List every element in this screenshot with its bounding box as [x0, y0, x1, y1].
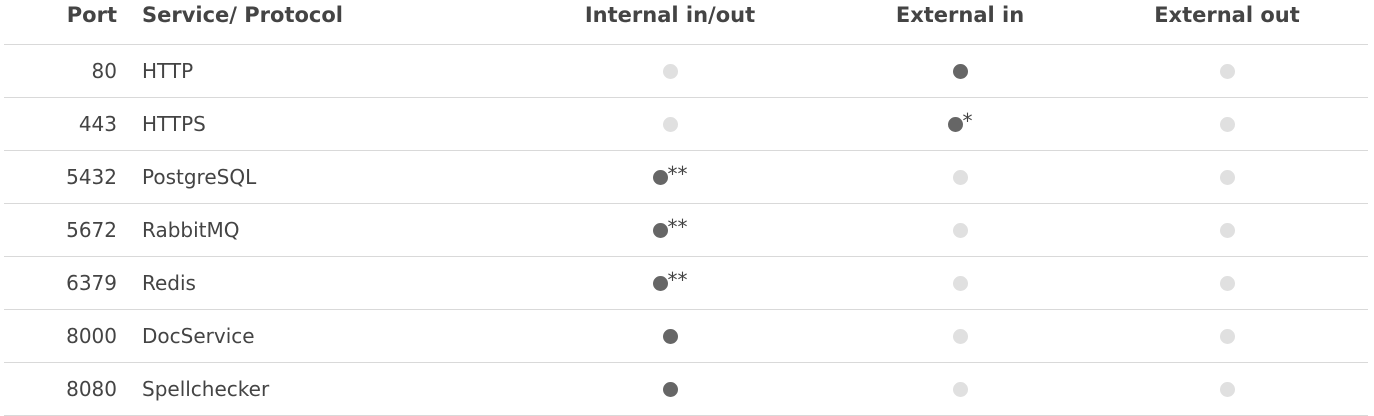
port-cell: 8080 [66, 377, 117, 401]
status-indicator: ** [652, 162, 688, 187]
service-cell: DocService [142, 324, 255, 348]
status-indicator [662, 381, 678, 397]
header-external-in: External in [895, 3, 1025, 27]
footnote-marker: * [962, 109, 973, 133]
external-out-cell [1127, 257, 1327, 309]
status-dot-icon [952, 169, 968, 185]
status-indicator [1219, 116, 1235, 132]
ports-table: Port Service/ Protocol Internal in/out E… [4, 0, 1368, 416]
external-in-cell [860, 363, 1060, 415]
external-out-cell [1127, 363, 1327, 415]
external-out-cell [1127, 45, 1327, 97]
status-indicator [952, 328, 968, 344]
table-row: 80 HTTP [4, 45, 1368, 98]
header-service-protocol: Service/ Protocol [142, 3, 343, 27]
status-dot-icon [662, 116, 678, 132]
status-dot-icon [662, 63, 678, 79]
status-dot-icon [662, 328, 678, 344]
internal-cell [570, 98, 770, 150]
service-cell: PostgreSQL [142, 165, 257, 189]
port-cell: 443 [78, 112, 117, 136]
port-cell: 5672 [66, 218, 117, 242]
status-indicator [662, 328, 678, 344]
header-port: Port [66, 3, 117, 27]
status-indicator [1219, 328, 1235, 344]
status-dot-icon [1219, 381, 1235, 397]
status-indicator: ** [652, 268, 688, 293]
internal-cell: ** [570, 151, 770, 203]
status-dot-icon [662, 381, 678, 397]
status-dot-icon [952, 222, 968, 238]
status-indicator [952, 275, 968, 291]
table-header-row: Port Service/ Protocol Internal in/out E… [4, 0, 1368, 45]
status-indicator [1219, 169, 1235, 185]
status-dot-icon [652, 169, 668, 185]
header-external-out: External out [1154, 3, 1300, 27]
status-indicator [952, 63, 968, 79]
external-in-cell [860, 45, 1060, 97]
external-in-cell [860, 310, 1060, 362]
header-internal-in-out: Internal in/out [584, 3, 756, 27]
service-cell: RabbitMQ [142, 218, 240, 242]
external-out-cell [1127, 151, 1327, 203]
port-cell: 8000 [66, 324, 117, 348]
internal-cell [570, 45, 770, 97]
status-indicator [1219, 275, 1235, 291]
status-indicator [952, 222, 968, 238]
table-row: 443 HTTPS * [4, 98, 1368, 151]
status-indicator [1219, 63, 1235, 79]
status-dot-icon [947, 116, 963, 132]
port-cell: 5432 [66, 165, 117, 189]
status-dot-icon [652, 275, 668, 291]
service-cell: HTTPS [142, 112, 206, 136]
table-row: 5432 PostgreSQL ** [4, 151, 1368, 204]
status-indicator [952, 381, 968, 397]
status-dot-icon [952, 381, 968, 397]
external-in-cell [860, 257, 1060, 309]
table-row: 6379 Redis ** [4, 257, 1368, 310]
status-indicator [662, 63, 678, 79]
status-indicator [952, 169, 968, 185]
port-cell: 6379 [66, 271, 117, 295]
internal-cell: ** [570, 257, 770, 309]
status-dot-icon [1219, 328, 1235, 344]
status-dot-icon [1219, 222, 1235, 238]
internal-cell: ** [570, 204, 770, 256]
service-cell: Redis [142, 271, 196, 295]
status-indicator [1219, 222, 1235, 238]
status-dot-icon [952, 328, 968, 344]
internal-cell [570, 363, 770, 415]
status-dot-icon [952, 275, 968, 291]
service-cell: Spellchecker [142, 377, 270, 401]
status-dot-icon [1219, 63, 1235, 79]
status-indicator [1219, 381, 1235, 397]
status-indicator: * [947, 109, 973, 134]
footnote-marker: ** [667, 268, 688, 292]
status-dot-icon [1219, 116, 1235, 132]
external-in-cell: * [860, 98, 1060, 150]
footnote-marker: ** [667, 215, 688, 239]
table-row: 5672 RabbitMQ ** [4, 204, 1368, 257]
external-out-cell [1127, 98, 1327, 150]
external-out-cell [1127, 310, 1327, 362]
status-dot-icon [952, 63, 968, 79]
status-indicator: ** [652, 215, 688, 240]
internal-cell [570, 310, 770, 362]
external-in-cell [860, 204, 1060, 256]
external-in-cell [860, 151, 1060, 203]
status-dot-icon [652, 222, 668, 238]
status-dot-icon [1219, 275, 1235, 291]
table-row: 8080 Spellchecker [4, 363, 1368, 416]
port-cell: 80 [91, 59, 117, 83]
footnote-marker: ** [667, 162, 688, 186]
status-dot-icon [1219, 169, 1235, 185]
status-indicator [662, 116, 678, 132]
service-cell: HTTP [142, 59, 194, 83]
external-out-cell [1127, 204, 1327, 256]
table-row: 8000 DocService [4, 310, 1368, 363]
